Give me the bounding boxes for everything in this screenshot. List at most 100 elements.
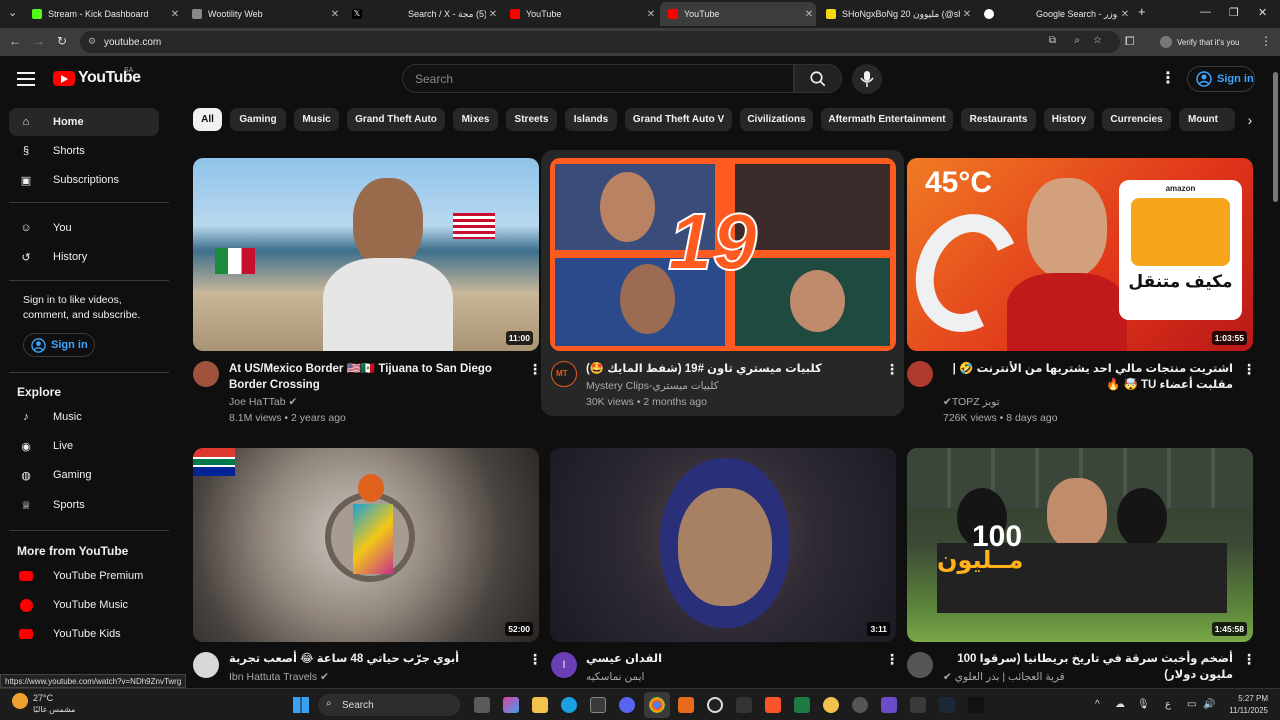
channel-name[interactable]: Joe HaTTab ✔ — [229, 394, 297, 410]
tray-app-icon[interactable]: ☁ — [1115, 699, 1125, 710]
new-tab-button[interactable]: + — [1138, 4, 1146, 19]
app-icon[interactable] — [678, 697, 694, 713]
chip-gta[interactable]: Grand Theft Auto — [347, 108, 445, 131]
chip-aftermath[interactable]: Aftermath Entertainment — [821, 108, 953, 131]
tiktok-icon[interactable] — [968, 697, 984, 713]
store-icon[interactable] — [590, 697, 606, 713]
weather-icon[interactable] — [12, 693, 28, 709]
chip-currencies[interactable]: Currencies — [1102, 108, 1171, 131]
video-menu-icon[interactable]: ⋮ — [885, 651, 899, 668]
extensions-icon[interactable]: ⧠ — [1125, 34, 1135, 49]
channel-name[interactable]: ايمن نماسكيه — [586, 669, 644, 685]
reload-icon[interactable]: ↻ — [57, 34, 67, 48]
chip-streets[interactable]: Streets — [506, 108, 557, 131]
chip-music[interactable]: Music — [294, 108, 339, 131]
profile-button[interactable]: Verify that it's you — [1160, 32, 1239, 52]
video-title[interactable]: الفدان عيسي — [586, 651, 866, 667]
browser-tab[interactable]: SHoNgxBoNg 20 مليوون (@sh✕ — [818, 2, 974, 26]
weather-temp[interactable]: 27°C — [33, 693, 53, 703]
browser-tab[interactable]: Stream - Kick Dashboard ✕ — [24, 2, 182, 26]
chip-islands[interactable]: Islands — [565, 108, 617, 131]
video-thumbnail[interactable]: 11:00 — [193, 158, 539, 351]
discord-icon[interactable] — [619, 697, 635, 713]
sidebar-signin-button[interactable]: Sign in — [23, 333, 95, 357]
video-menu-icon[interactable]: ⋮ — [528, 651, 542, 668]
channel-avatar[interactable] — [907, 361, 933, 387]
sidebar-item-kids[interactable]: YouTube Kids — [9, 620, 159, 648]
channel-name[interactable]: Ibn Hattuta Travels ✔ — [229, 669, 329, 685]
sidebar-item-history[interactable]: ↺ History — [9, 243, 159, 271]
video-menu-icon[interactable]: ⋮ — [528, 361, 542, 378]
sidebar-item-home[interactable]: ⌂ Home — [9, 108, 159, 136]
clock-time[interactable]: 5:27 PM — [1228, 694, 1268, 703]
install-icon[interactable]: ⧉ — [1049, 35, 1056, 46]
video-title[interactable]: At US/Mexico Border 🇺🇸🇲🇽 Tijuana to San … — [229, 361, 524, 393]
close-icon[interactable]: ✕ — [1118, 9, 1132, 20]
sidebar-item-premium[interactable]: YouTube Premium — [9, 562, 159, 590]
brave-icon[interactable] — [765, 697, 781, 713]
hamburger-menu-icon[interactable] — [17, 70, 35, 86]
network-icon[interactable]: ▭ — [1187, 699, 1196, 710]
steam-icon[interactable] — [939, 697, 955, 713]
app-icon[interactable] — [707, 697, 723, 713]
search-input[interactable]: Search — [402, 64, 794, 93]
back-icon[interactable]: ← — [9, 34, 21, 48]
sidebar-item-music-app[interactable]: YouTube Music — [9, 591, 159, 619]
windows-start-icon[interactable] — [293, 697, 309, 713]
browser-tab-active[interactable]: YouTube ✕ — [660, 2, 816, 26]
mic-tray-icon[interactable]: 🎙 — [1137, 699, 1150, 710]
voice-search-button[interactable] — [852, 64, 882, 94]
video-menu-icon[interactable]: ⋮ — [1242, 361, 1256, 378]
close-icon[interactable]: ✕ — [328, 9, 342, 20]
channel-avatar[interactable]: I — [551, 652, 577, 678]
chip-gta-v[interactable]: Grand Theft Auto V — [625, 108, 732, 131]
taskbar-search[interactable]: ⌕ Search — [318, 694, 460, 716]
sidebar-item-gaming[interactable]: ◍ Gaming — [9, 461, 159, 489]
address-bar[interactable]: ⚙ youtube.com ⧉ ⌕ ☆ — [80, 31, 1120, 53]
search-button[interactable] — [794, 64, 842, 93]
task-view-icon[interactable] — [474, 697, 490, 713]
video-thumbnail[interactable]: 52:00 — [193, 448, 539, 642]
sidebar-item-sports[interactable]: ♕ Sports — [9, 491, 159, 519]
signin-button[interactable]: Sign in — [1187, 66, 1255, 92]
chip-gaming[interactable]: Gaming — [230, 108, 286, 131]
copilot-icon[interactable] — [503, 697, 519, 713]
app-icon[interactable] — [910, 697, 926, 713]
video-menu-icon[interactable]: ⋮ — [1242, 651, 1256, 668]
chip-civilizations[interactable]: Civilizations — [740, 108, 813, 131]
scrollbar-thumb[interactable] — [1273, 72, 1278, 202]
chip-history[interactable]: History — [1044, 108, 1094, 131]
browser-tab[interactable]: Wootility Web ✕ — [184, 2, 342, 26]
app-icon[interactable] — [823, 697, 839, 713]
app-icon[interactable] — [881, 697, 897, 713]
app-icon[interactable] — [736, 697, 752, 713]
excel-icon[interactable] — [794, 697, 810, 713]
settings-menu-icon[interactable]: ⋮ — [1160, 68, 1176, 88]
video-thumbnail[interactable]: 19 — [550, 158, 896, 351]
sidebar-item-you[interactable]: ☺ You — [9, 214, 159, 242]
file-explorer-icon[interactable] — [532, 697, 548, 713]
video-title[interactable]: كلبيات ميستري تاون #19 (شفط المايك 🤩) — [586, 361, 881, 377]
sidebar-item-music[interactable]: ♪ Music — [9, 403, 159, 431]
page-scrollbar[interactable] — [1270, 60, 1280, 688]
tray-chevron-icon[interactable]: ^ — [1095, 699, 1100, 710]
input-language[interactable]: ع — [1165, 699, 1171, 710]
browser-tab[interactable]: Google Search - البلدوزر✕ — [976, 2, 1132, 26]
close-icon[interactable]: ✕ — [168, 9, 182, 20]
video-title[interactable]: أبوي جرّب حياتي 48 ساعة 😂 أصعب تجربة — [229, 651, 524, 667]
channel-name[interactable]: ✔ قرية العجائب | بدر العلوي — [943, 669, 1065, 685]
chip-mixes[interactable]: Mixes — [453, 108, 498, 131]
tab-search-icon[interactable]: ⌄ — [8, 6, 17, 19]
video-thumbnail[interactable]: 45°C amazon مكيف متنقل 1:03:55 — [907, 158, 1253, 351]
sidebar-item-subscriptions[interactable]: ▣ Subscriptions — [9, 166, 159, 194]
chip-next-button[interactable]: › — [1238, 108, 1262, 131]
clock-date[interactable]: 11/11/2025 — [1221, 706, 1268, 715]
maximize-button[interactable]: ❐ — [1229, 6, 1239, 19]
zoom-icon[interactable]: ⌕ — [1074, 35, 1080, 46]
channel-name[interactable]: ✔TOPZ توبز — [943, 394, 1000, 410]
sidebar-item-shorts[interactable]: § Shorts — [9, 137, 159, 165]
edge-icon[interactable] — [561, 697, 577, 713]
close-icon[interactable]: ✕ — [802, 9, 816, 20]
channel-avatar[interactable] — [907, 652, 933, 678]
channel-avatar[interactable]: MT — [551, 361, 577, 387]
